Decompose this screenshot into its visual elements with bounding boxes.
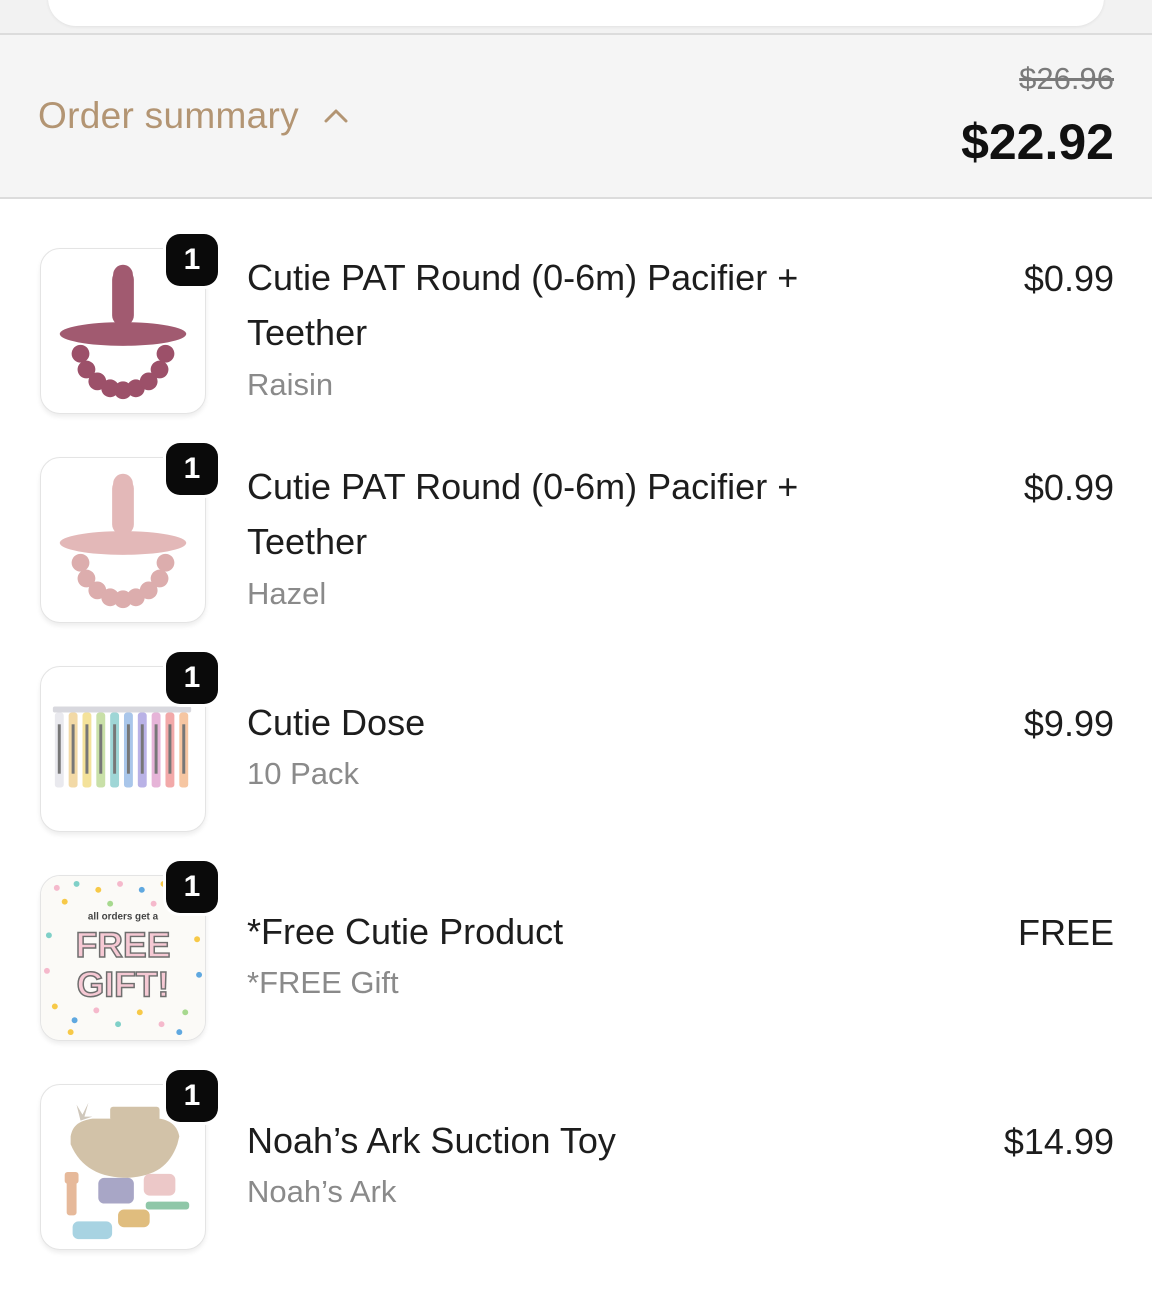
item-variant: Hazel — [247, 576, 327, 611]
order-summary-label: Order summary — [38, 95, 299, 136]
item-title: Cutie PAT Round (0-6m) Pacifier + Teethe… — [247, 466, 799, 562]
item-title: Cutie Dose — [247, 702, 426, 743]
compare-at-total: $26.96 — [1019, 61, 1114, 96]
line-item: all orders get a FREE GIFT! 1 *Free Cuti… — [0, 837, 1152, 1041]
item-price: $0.99 — [1023, 467, 1114, 508]
line-item: 1 Noah’s Ark Suction Toy Noah’s Ark $14.… — [0, 1046, 1152, 1250]
order-summary-bar: Order summary $26.96 $22.92 — [0, 33, 1152, 199]
item-price: $0.99 — [1023, 258, 1114, 299]
gift-caption: all orders get a — [88, 911, 159, 922]
item-price: FREE — [1017, 912, 1114, 953]
line-item: 1 Cutie PAT Round (0-6m) Pacifier + Teet… — [0, 210, 1152, 414]
item-variant: *FREE Gift — [247, 965, 399, 1000]
header-card — [48, 0, 1104, 26]
gift-gift-text: GIFT! — [77, 965, 170, 1005]
line-item: 1 Cutie PAT Round (0-6m) Pacifier + Teet… — [0, 419, 1152, 623]
quantity-badge: 1 — [166, 443, 218, 495]
order-total: $22.92 — [961, 114, 1114, 170]
item-title: *Free Cutie Product — [247, 911, 564, 952]
quantity-badge: 1 — [166, 1070, 218, 1122]
item-variant: Noah’s Ark — [247, 1174, 397, 1209]
item-price: $9.99 — [1023, 703, 1114, 744]
item-title: Noah’s Ark Suction Toy — [247, 1120, 616, 1161]
line-item: 1 Cutie Dose 10 Pack $9.99 — [0, 628, 1152, 832]
item-title: Cutie PAT Round (0-6m) Pacifier + Teethe… — [247, 257, 799, 353]
quantity-badge: 1 — [166, 861, 218, 913]
item-variant: 10 Pack — [247, 756, 360, 791]
item-variant: Raisin — [247, 367, 334, 402]
order-summary-toggle[interactable]: Order summary — [38, 95, 349, 137]
gift-free-text: FREE — [76, 925, 171, 965]
quantity-badge: 1 — [166, 652, 218, 704]
quantity-badge: 1 — [166, 234, 218, 286]
item-price: $14.99 — [1003, 1121, 1114, 1162]
chevron-up-icon — [324, 109, 348, 123]
